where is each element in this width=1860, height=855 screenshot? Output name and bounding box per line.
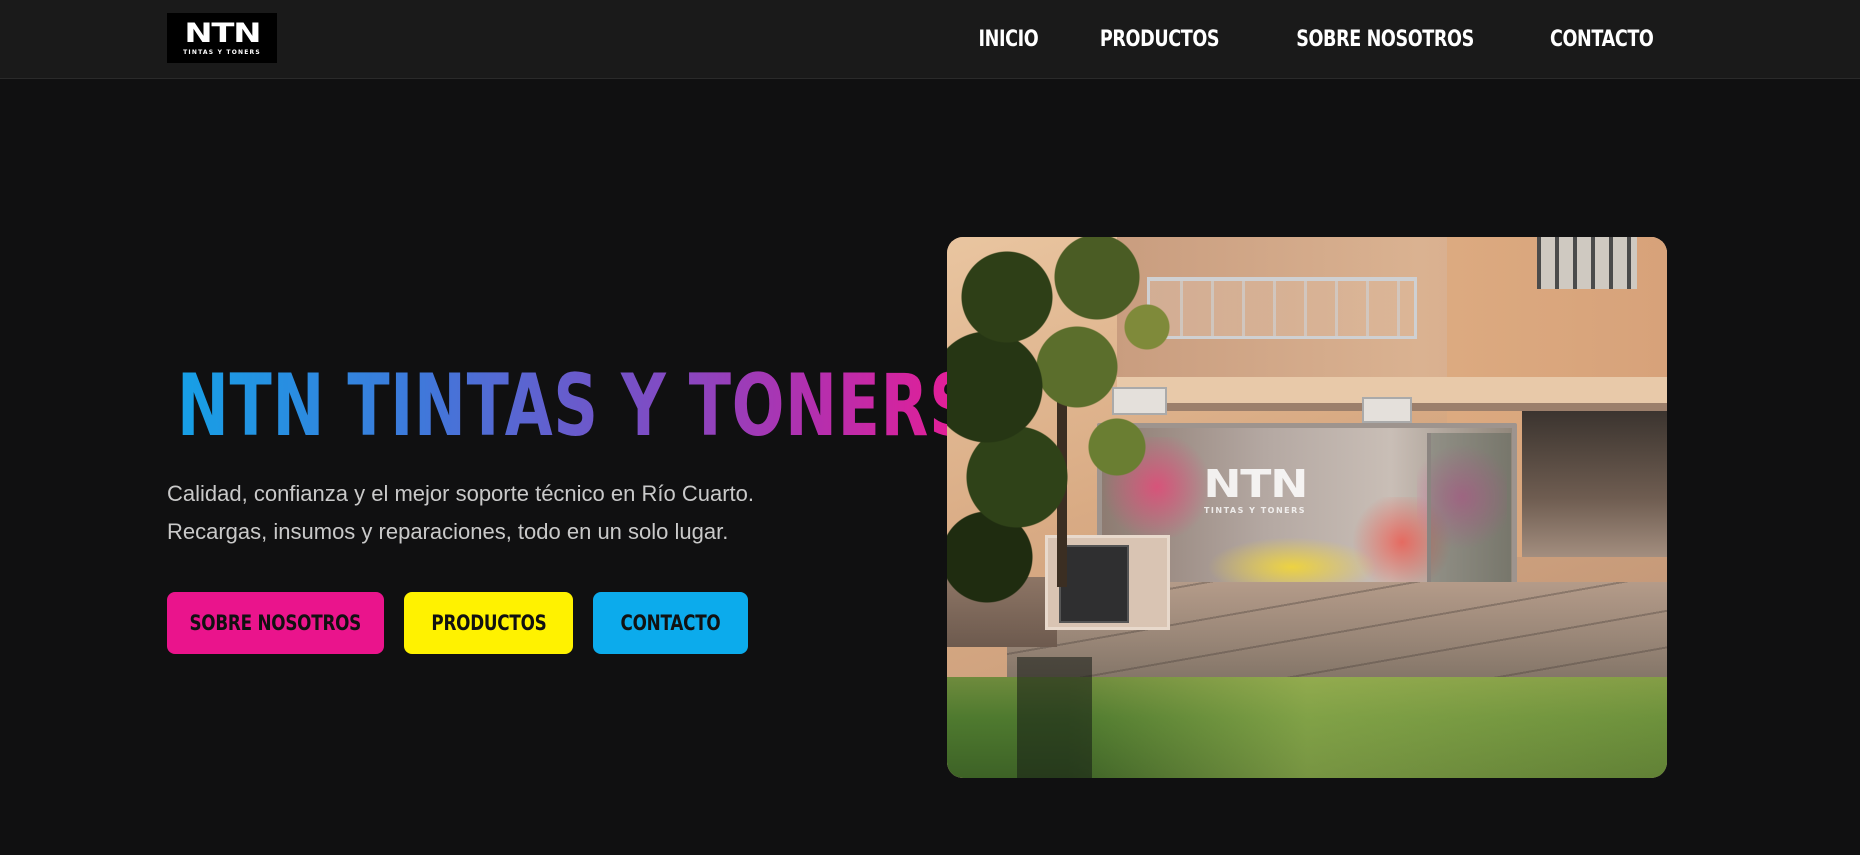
productos-button-label: PRODUCTOS: [430, 611, 547, 635]
air-conditioner-unit: [1362, 397, 1412, 423]
logo-mark: NTN: [184, 18, 261, 49]
balcony-bars: [1152, 281, 1412, 336]
logo-subtitle: TINTAS Y TONERS: [183, 49, 261, 56]
contacto-button-label: CONTACTO: [620, 611, 721, 635]
grass-sunlight: [1067, 677, 1667, 778]
nav-link-contacto[interactable]: CONTACTO: [1549, 27, 1653, 52]
logo[interactable]: NTN TINTAS Y TONERS: [167, 13, 277, 63]
pole-shadow: [1017, 657, 1092, 778]
nav-link-productos[interactable]: PRODUCTOS: [1100, 27, 1220, 52]
nav-link-sobre-nosotros[interactable]: SOBRE NOSOTROS: [1297, 27, 1475, 52]
navbar: NTN TINTAS Y TONERS INICIO PRODUCTOS SOB…: [0, 0, 1860, 79]
hero-buttons: SOBRE NOSOTROS PRODUCTOS CONTACTO: [167, 592, 748, 654]
hero-title: NTN TINTAS Y TONERS: [177, 356, 975, 456]
productos-button[interactable]: PRODUCTOS: [404, 592, 573, 654]
hero-description: Calidad, confianza y el mejor soporte té…: [167, 475, 754, 551]
nav-link-inicio[interactable]: INICIO: [978, 27, 1038, 52]
sobre-nosotros-button-label: SOBRE NOSOTROS: [189, 611, 362, 635]
contacto-button[interactable]: CONTACTO: [593, 592, 748, 654]
tree-foliage: [947, 237, 1177, 617]
main-nav: INICIO PRODUCTOS SOBRE NOSOTROS CONTACTO: [971, 0, 1666, 79]
garage-opening: [1522, 411, 1667, 557]
storefront-photo: NTN TINTAS Y TONERS: [947, 237, 1667, 778]
hero-description-line-2: Recargas, insumos y reparaciones, todo e…: [167, 519, 729, 544]
upper-window: [1537, 237, 1637, 289]
hero-description-line-1: Calidad, confianza y el mejor soporte té…: [167, 481, 754, 506]
shop-door: [1427, 433, 1511, 593]
sobre-nosotros-button[interactable]: SOBRE NOSOTROS: [167, 592, 384, 654]
